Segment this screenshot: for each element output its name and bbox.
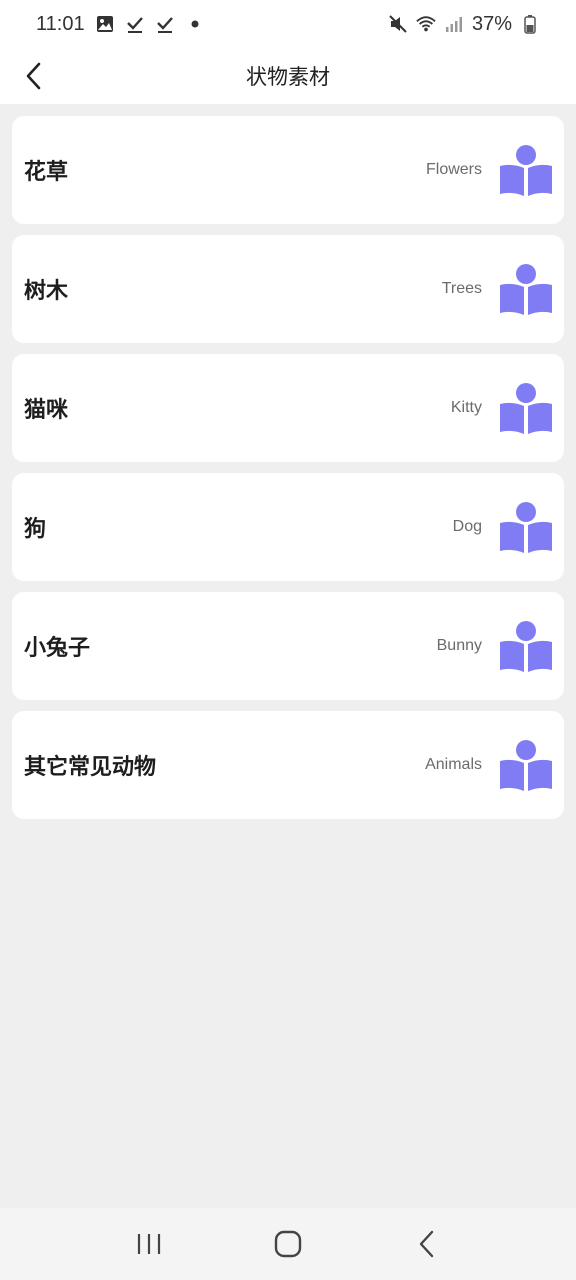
home-button[interactable] [258,1214,318,1274]
back-button[interactable] [14,54,54,98]
list-item[interactable]: 小兔子 Bunny [12,592,564,700]
item-right: Kitty [451,380,554,436]
reader-book-icon [500,502,552,553]
gallery-icon [95,14,115,34]
chevron-left-icon [26,62,41,90]
status-bar: 11:01 37% [0,0,576,48]
item-title: 树木 [24,279,69,304]
recent-apps-button[interactable] [119,1214,179,1274]
mute-icon [388,14,408,34]
item-subtitle: Kitty [450,399,482,416]
item-title: 猫咪 [24,398,69,423]
reader-book-icon [500,740,552,791]
item-subtitle: Animals [425,756,482,773]
item-title: 狗 [24,517,47,542]
item-subtitle: Flowers [425,161,482,178]
list-item[interactable]: 树木 Trees [12,235,564,343]
category-list: 花草 Flowers 树木 Trees 猫咪 Kitty 狗 Dog 小兔子 B… [12,116,564,830]
list-item[interactable]: 狗 Dog [12,473,564,581]
battery-icon [520,14,540,34]
list-item[interactable]: 猫咪 Kitty [12,354,564,462]
back-icon [419,1230,433,1258]
item-subtitle: Trees [441,280,482,297]
check-icon [155,14,175,34]
reader-book-icon [500,383,552,434]
item-title: 花草 [24,160,69,185]
item-subtitle: Dog [452,518,482,535]
status-time: 11:01 [36,12,85,35]
reader-book-icon [500,145,552,196]
item-title: 其它常见动物 [24,755,157,780]
signal-icon [444,14,464,34]
wifi-icon [416,14,436,34]
item-right: Bunny [437,618,554,674]
item-right: Dog [453,499,554,555]
item-right: Flowers [426,142,554,198]
dot-icon [185,14,205,34]
page-title: 状物素材 [246,65,330,89]
home-icon [274,1230,302,1258]
item-right: Trees [442,261,554,317]
status-bar-right: 37% [388,13,540,36]
list-item[interactable]: 花草 Flowers [12,116,564,224]
item-title: 小兔子 [24,636,91,661]
check-icon [125,14,145,34]
status-bar-left: 11:01 [36,13,205,36]
recent-apps-icon [138,1234,161,1254]
battery-percent: 37% [471,12,512,35]
system-back-button[interactable] [397,1214,457,1274]
reader-book-icon [500,264,552,315]
reader-book-icon [500,621,552,672]
item-right: Animals [425,737,554,793]
app-header: 状物素材 [0,48,576,104]
list-item[interactable]: 其它常见动物 Animals [12,711,564,819]
system-nav-bar [0,1208,576,1280]
item-subtitle: Bunny [436,637,482,654]
